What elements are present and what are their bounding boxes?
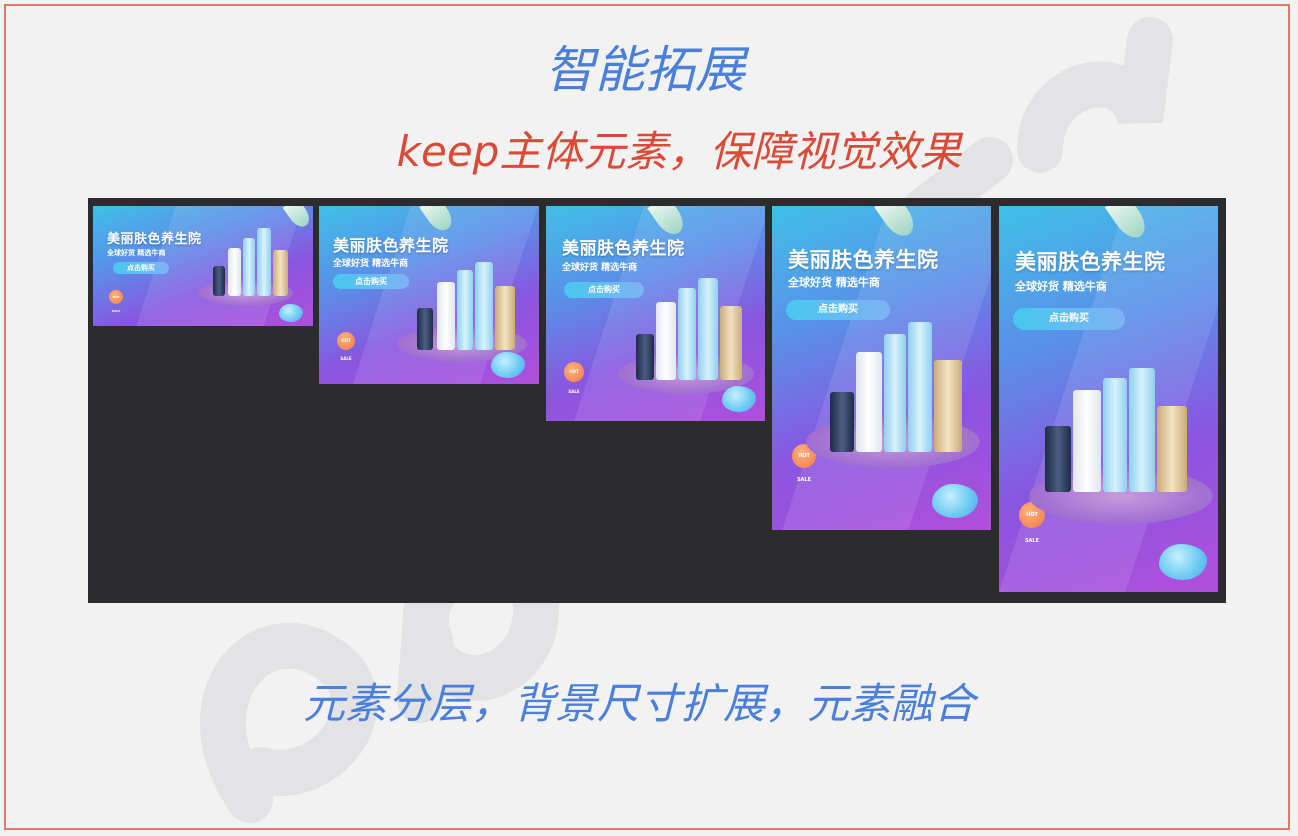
product-bottle	[1103, 378, 1127, 492]
caption: 元素分层，背景尺寸扩展，元素融合	[302, 679, 975, 728]
banner-tagline: 全球好货 精选牛商	[1015, 280, 1107, 293]
page-title: 智能拓展	[545, 41, 745, 99]
banner-tagline: 全球好货 精选牛商	[333, 259, 409, 269]
product-bottle	[437, 282, 455, 350]
sale-badge: HOT SALE	[564, 362, 584, 394]
product-bottle	[636, 334, 654, 380]
buy-button[interactable]: 点击购买	[1013, 308, 1125, 330]
product-bottle	[720, 306, 742, 380]
product-bottle	[228, 248, 241, 296]
banner-variant-1[interactable]: 美丽肤色养生院 全球好货 精选牛商 点击购买 HOT SALE	[93, 206, 313, 326]
product-bottle	[495, 286, 515, 350]
product-bottle	[1045, 426, 1071, 492]
banner-tagline: 全球好货 精选牛商	[107, 249, 166, 257]
product-bottle	[656, 302, 676, 380]
water-blob	[722, 386, 756, 412]
sale-badge: HOT SALE	[109, 290, 123, 313]
product-bottle	[243, 238, 255, 296]
product-bottle	[1073, 390, 1101, 492]
banner-title: 美丽肤色养生院	[107, 232, 202, 247]
buy-button[interactable]: 点击购买	[786, 300, 890, 320]
product-bottle	[830, 392, 854, 452]
product-bottle	[856, 352, 882, 452]
banner-tagline: 全球好货 精选牛商	[562, 263, 638, 273]
banner-variant-2[interactable]: 美丽肤色养生院 全球好货 精选牛商 点击购买 HOT SALE	[319, 206, 539, 384]
banner-title: 美丽肤色养生院	[333, 236, 449, 255]
product-bottle	[457, 270, 473, 350]
buy-button[interactable]: 点击购买	[113, 262, 169, 274]
banner-tagline: 全球好货 精选牛商	[788, 276, 880, 289]
sale-badge: HOT SALE	[337, 332, 355, 361]
product-bottle	[273, 250, 288, 296]
sale-badge-label: HOT SALE	[568, 369, 580, 394]
product-bottle	[213, 266, 225, 296]
product-bottle	[698, 278, 718, 380]
banner-title: 美丽肤色养生院	[562, 239, 685, 259]
buy-button[interactable]: 点击购买	[564, 282, 644, 298]
product-bottle	[475, 262, 493, 350]
product-bottle	[1157, 406, 1187, 492]
sale-badge-label: HOT SALE	[111, 295, 121, 313]
banner-variant-5[interactable]: 美丽肤色养生院 全球好货 精选牛商 点击购买 HOT SALE	[999, 206, 1218, 592]
buy-button[interactable]: 点击购买	[333, 274, 409, 289]
banner-variant-4[interactable]: 美丽肤色养生院 全球好货 精选牛商 点击购买 HOT SALE	[772, 206, 991, 530]
product-bottle	[884, 334, 906, 452]
product-bottle	[417, 308, 433, 350]
banner-variant-3[interactable]: 美丽肤色养生院 全球好货 精选牛商 点击购买 HOT SALE	[546, 206, 765, 421]
product-bottle	[257, 228, 271, 296]
banner-title: 美丽肤色养生院	[788, 248, 939, 272]
water-blob	[1159, 544, 1207, 580]
page-subtitle: keep主体元素，保障视觉效果	[396, 127, 962, 176]
water-blob	[279, 304, 303, 322]
product-bottle	[908, 322, 932, 452]
sale-badge-label: HOT SALE	[340, 338, 352, 361]
product-bottle	[1129, 368, 1155, 492]
water-blob	[491, 352, 525, 378]
product-bottle	[934, 360, 962, 452]
water-blob	[932, 484, 978, 518]
banner-title: 美丽肤色养生院	[1015, 250, 1166, 274]
product-bottle	[678, 288, 696, 380]
